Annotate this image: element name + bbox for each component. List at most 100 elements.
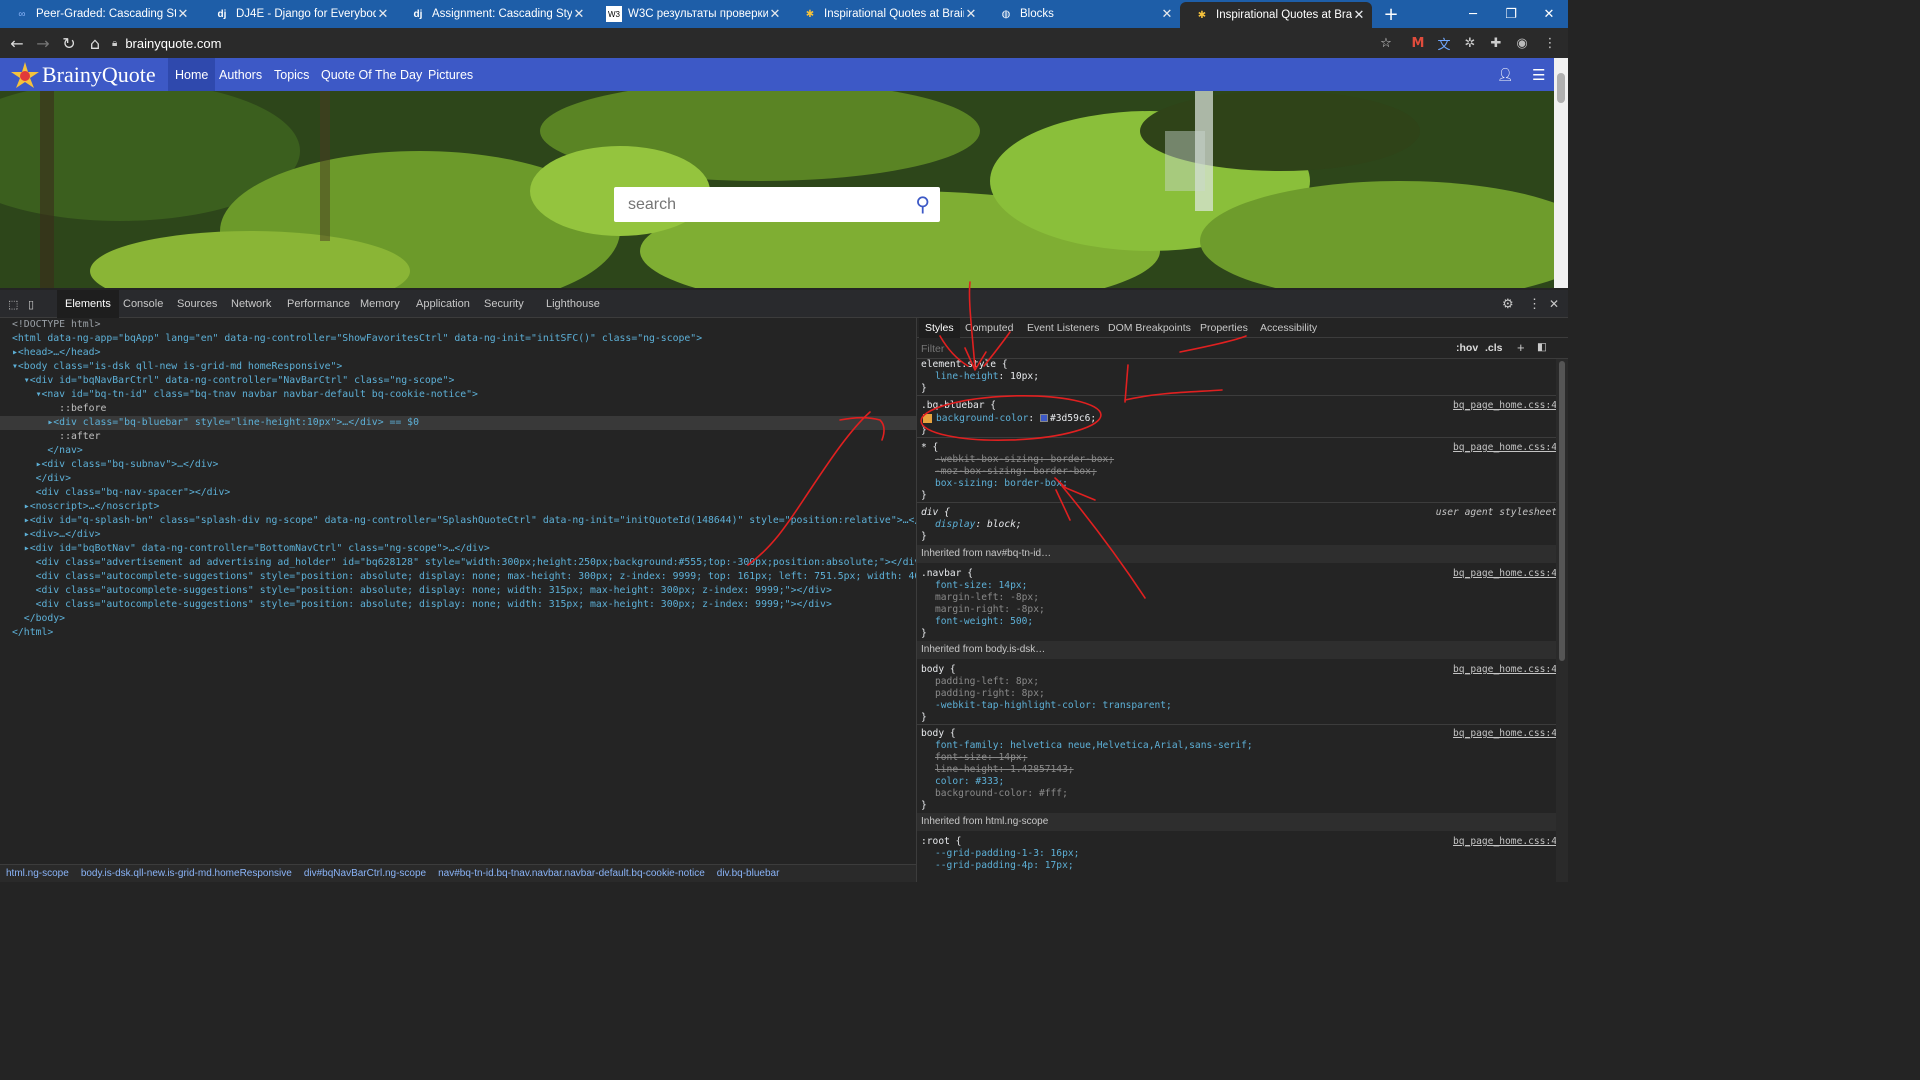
property-name[interactable]: background-color xyxy=(936,413,1028,424)
rule-source-link[interactable]: bq_page_home.css:4 xyxy=(1453,400,1557,412)
subtab-computed[interactable]: Computed xyxy=(965,318,1013,338)
page-scrollbar-thumb[interactable] xyxy=(1557,73,1565,103)
dom-line-selected[interactable]: ▸<div class="bq-bluebar" style="line-hei… xyxy=(0,416,916,430)
property-name[interactable]: line-height xyxy=(935,371,999,382)
styles-scrollbar-thumb[interactable] xyxy=(1559,361,1565,661)
dom-line[interactable]: </html> xyxy=(12,626,53,640)
tab-memory[interactable]: Memory xyxy=(360,290,400,318)
rule-source-link[interactable]: bq_page_home.css:4 xyxy=(1453,664,1557,676)
new-style-rule-icon[interactable]: + xyxy=(1517,340,1525,355)
address-bar[interactable]: 🔒︎ brainyquote.com xyxy=(112,32,1402,54)
dom-line[interactable]: ▾<div id="bqNavBarCtrl" data-ng-controll… xyxy=(12,374,455,388)
rule-declaration[interactable]: font-size: 14px; xyxy=(935,580,1027,592)
rule-declaration[interactable]: font-family: helvetica neue,Helvetica,Ar… xyxy=(935,740,1253,752)
rule-source-link[interactable]: bq_page_home.css:4 xyxy=(1453,442,1557,454)
rule-declaration-inactive[interactable]: margin-right: -8px; xyxy=(935,604,1045,616)
property-value[interactable]: 10px; xyxy=(1010,371,1039,382)
dom-line[interactable]: ▸<noscript>…</noscript> xyxy=(12,500,160,514)
dom-line[interactable]: </body> xyxy=(12,612,65,626)
subtab-dom-breakpoints[interactable]: DOM Breakpoints xyxy=(1108,318,1191,338)
inherited-header[interactable]: Inherited from body.is-dsk… xyxy=(917,641,1557,659)
cls-toggle[interactable]: .cls xyxy=(1485,342,1503,354)
dom-line[interactable]: ▸<div id="bqBotNav" data-ng-controller="… xyxy=(12,542,490,556)
rule-declaration-inactive[interactable]: padding-left: 8px; xyxy=(935,676,1039,688)
devtools-close-icon[interactable]: ✕ xyxy=(1549,290,1559,318)
subtab-styles[interactable]: Styles xyxy=(919,318,960,338)
breadcrumb-item[interactable]: body.is-dsk.qll-new.is-grid-md.homeRespo… xyxy=(81,868,292,879)
tab-sources[interactable]: Sources xyxy=(177,290,217,318)
rule-source-link[interactable]: bq_page_home.css:4 xyxy=(1453,728,1557,740)
tab-performance[interactable]: Performance xyxy=(287,290,350,318)
subtab-event-listeners[interactable]: Event Listeners xyxy=(1027,318,1099,338)
dom-line[interactable]: ▾<body class="is-dsk qll-new is-grid-md … xyxy=(12,360,342,374)
browser-tab[interactable]: ✱ Inspirational Quotes at BrainyQu✕ xyxy=(788,0,984,28)
rule-declaration-inactive[interactable]: background-color: #fff; xyxy=(935,788,1068,800)
search-icon[interactable]: ⚲ xyxy=(915,192,930,216)
browser-tab[interactable]: ◍ Blocks ✕ xyxy=(984,0,1180,28)
translate-extension-icon[interactable]: 文 xyxy=(1434,32,1454,54)
extensions-puzzle-icon[interactable]: ✚ xyxy=(1486,32,1506,54)
browser-tab[interactable]: dj Assignment: Cascading Style She✕ xyxy=(396,0,592,28)
nav-home[interactable]: Home xyxy=(168,58,216,91)
new-tab-button[interactable]: + xyxy=(1372,0,1410,28)
tab-security[interactable]: Security xyxy=(484,290,524,318)
rule-declaration[interactable]: --grid-padding-4p: 17px; xyxy=(935,860,1074,872)
close-tab-icon[interactable]: ✕ xyxy=(376,6,390,22)
browser-tab[interactable]: ∞ Peer-Graded: Cascading Style She✕ xyxy=(0,0,196,28)
dom-line[interactable]: ▸<div class="bq-subnav">…</div> xyxy=(12,458,219,472)
dom-line[interactable]: <div class="bq-nav-spacer"></div> xyxy=(12,486,231,500)
close-window-icon[interactable]: ✕ xyxy=(1530,0,1568,28)
tab-application[interactable]: Application xyxy=(416,290,470,318)
rule-declaration-overridden[interactable]: -webkit-box-sizing: border-box; xyxy=(935,454,1114,466)
dom-line[interactable]: ▸<head>…</head> xyxy=(12,346,100,360)
close-tab-icon[interactable]: ✕ xyxy=(1352,7,1366,23)
browser-tab-active[interactable]: ✱ Inspirational Quotes at BrainyQu✕ xyxy=(1180,2,1372,28)
browser-tab[interactable]: W3 W3C результаты проверки CSS✕ xyxy=(592,0,788,28)
rule-declaration[interactable]: -webkit-tap-highlight-color: transparent… xyxy=(935,700,1172,712)
breadcrumb-item[interactable]: nav#bq-tn-id.bq-tnav.navbar.navbar-defau… xyxy=(438,868,705,879)
rule-source-link[interactable]: bq_page_home.css:4 xyxy=(1453,568,1557,580)
browser-menu-icon[interactable]: ⋮ xyxy=(1540,32,1560,54)
rule-declaration[interactable]: line-height: 10px; xyxy=(935,371,1039,383)
dom-line[interactable]: <div class="autocomplete-suggestions" st… xyxy=(12,598,832,612)
tab-lighthouse[interactable]: Lighthouse xyxy=(546,290,600,318)
tab-console[interactable]: Console xyxy=(123,290,163,318)
devtools-settings-gear-icon[interactable]: ⚙ xyxy=(1502,290,1514,318)
minimize-icon[interactable]: ─ xyxy=(1454,0,1492,28)
subtab-accessibility[interactable]: Accessibility xyxy=(1260,318,1317,338)
dom-line[interactable]: <div class="autocomplete-suggestions" st… xyxy=(12,570,916,584)
nav-pictures[interactable]: Pictures xyxy=(428,58,473,91)
breadcrumb-item[interactable]: div.bq-bluebar xyxy=(717,868,780,879)
dom-line[interactable]: <div class="autocomplete-suggestions" st… xyxy=(12,584,832,598)
forward-icon[interactable]: → xyxy=(30,28,56,58)
styles-filter-input[interactable] xyxy=(921,341,1321,357)
profile-avatar[interactable]: ◉ xyxy=(1512,32,1532,54)
rule-source-link[interactable]: bq_page_home.css:4 xyxy=(1453,836,1557,848)
restore-icon[interactable]: ❐ xyxy=(1492,0,1530,28)
close-tab-icon[interactable]: ✕ xyxy=(176,6,190,22)
rule-declaration[interactable]: font-weight: 500; xyxy=(935,616,1033,628)
rule-declaration-overridden[interactable]: -moz-box-sizing: border-box; xyxy=(935,466,1097,478)
browser-tab[interactable]: dj DJ4E - Django for Everybody ✕ xyxy=(200,0,396,28)
devtools-more-icon[interactable]: ⋮ xyxy=(1528,290,1541,318)
reload-icon[interactable]: ↻ xyxy=(56,28,82,58)
inspect-element-icon[interactable]: ⬚ xyxy=(8,290,18,318)
breadcrumb-item[interactable]: html.ng-scope xyxy=(6,868,69,879)
page-scrollbar[interactable] xyxy=(1554,58,1568,288)
dom-line[interactable]: ▾<nav id="bq-tn-id" class="bq-tnav navba… xyxy=(12,388,478,402)
tab-elements[interactable]: Elements xyxy=(57,290,119,318)
rule-declaration[interactable]: color: #333; xyxy=(935,776,1004,788)
property-checkbox[interactable] xyxy=(923,413,932,423)
rule-declaration[interactable]: box-sizing: border-box; xyxy=(935,478,1068,490)
nav-quote-of-the-day[interactable]: Quote Of The Day xyxy=(321,58,422,91)
dom-line[interactable]: </nav> xyxy=(12,444,82,458)
dom-line[interactable]: <div class="advertisement ad advertising… xyxy=(12,556,916,570)
rule-declaration-inactive[interactable]: margin-left: -8px; xyxy=(935,592,1039,604)
bookmark-star-icon[interactable]: ☆ xyxy=(1376,32,1396,54)
dom-line-pseudo[interactable]: ::before xyxy=(12,402,106,416)
user-icon[interactable]: 👤︎ xyxy=(1497,58,1514,91)
nav-authors[interactable]: Authors xyxy=(219,58,262,91)
rule-declaration-overridden[interactable]: line-height: 1.42857143; xyxy=(935,764,1074,776)
settings-extension-icon[interactable]: ✲ xyxy=(1460,32,1480,54)
hamburger-menu-icon[interactable]: ☰ xyxy=(1532,58,1545,91)
